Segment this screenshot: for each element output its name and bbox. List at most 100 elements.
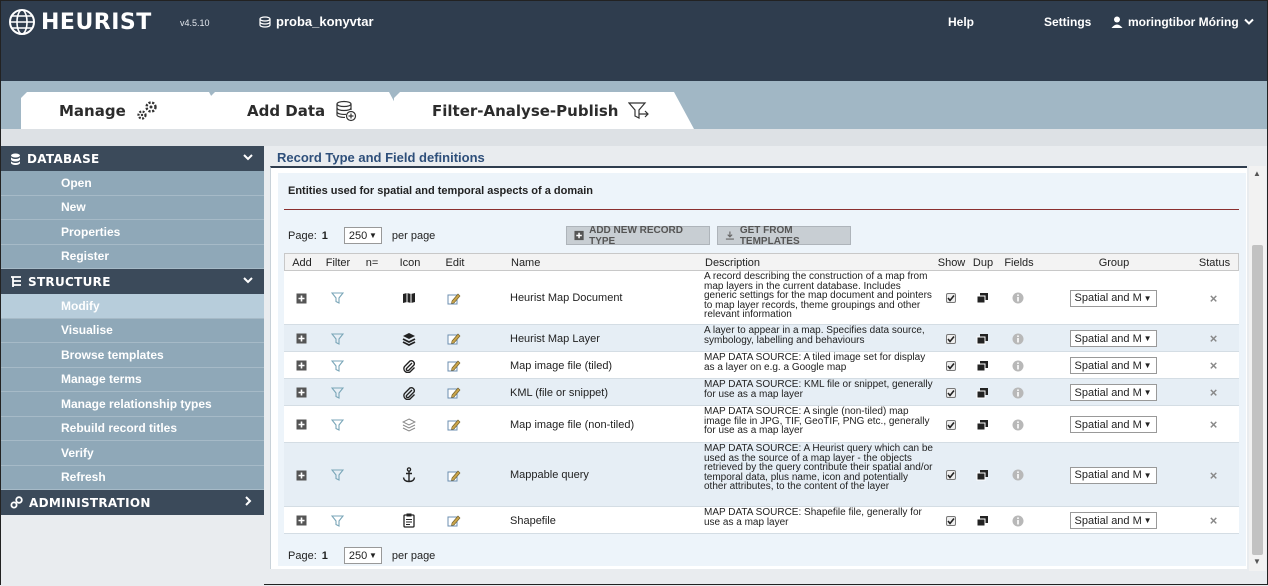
- record-type-icon-cell[interactable]: [386, 443, 432, 507]
- filter-button[interactable]: [318, 271, 356, 325]
- table-row[interactable]: Shapefile MAP DATA SOURCE: Shapefile file…: [284, 507, 1239, 534]
- fields-info-button[interactable]: [998, 325, 1038, 352]
- filter-button[interactable]: [318, 379, 356, 406]
- sidebar-item-browse-templates[interactable]: Browse templates: [1, 343, 264, 368]
- show-checkbox[interactable]: [945, 387, 956, 398]
- record-type-name[interactable]: Heurist Map Document: [476, 271, 702, 325]
- record-type-name[interactable]: Map image file (non-tiled): [476, 406, 702, 443]
- fields-info-button[interactable]: [998, 443, 1038, 507]
- column-header-icon[interactable]: Icon: [387, 257, 433, 269]
- fields-info-button[interactable]: [998, 507, 1038, 534]
- show-checkbox[interactable]: [945, 360, 956, 371]
- table-row[interactable]: Heurist Map Document A record describing …: [284, 271, 1239, 325]
- column-header-edit[interactable]: Edit: [433, 257, 477, 269]
- group-select[interactable]: Spatial and M ▼: [1069, 357, 1157, 374]
- add-field-button[interactable]: [284, 406, 318, 443]
- edit-button[interactable]: [432, 379, 476, 406]
- column-header-name[interactable]: Name: [477, 257, 703, 269]
- add-field-button[interactable]: [284, 352, 318, 379]
- filter-button[interactable]: [318, 352, 356, 379]
- show-checkbox[interactable]: [945, 470, 956, 480]
- duplicate-button[interactable]: [966, 271, 998, 325]
- add-field-button[interactable]: [284, 379, 318, 406]
- table-row[interactable]: Map image file (tiled) MAP DATA SOURCE: A…: [284, 352, 1239, 379]
- delete-icon[interactable]: ×: [1210, 291, 1218, 306]
- column-header-count[interactable]: n=: [357, 257, 387, 269]
- show-checkbox[interactable]: [945, 419, 956, 430]
- add-field-button[interactable]: [284, 271, 318, 325]
- help-link[interactable]: Help: [948, 15, 974, 29]
- column-header-group[interactable]: Group: [1039, 257, 1189, 269]
- column-header-add[interactable]: Add: [285, 257, 319, 269]
- column-header-dup[interactable]: Dup: [967, 257, 999, 269]
- edit-button[interactable]: [432, 406, 476, 443]
- table-row[interactable]: Heurist Map Layer A layer to appear in a …: [284, 325, 1239, 352]
- user-menu[interactable]: moringtibor Móring: [1111, 15, 1254, 29]
- get-from-templates-button[interactable]: GET FROM TEMPLATES: [717, 225, 851, 247]
- delete-icon[interactable]: ×: [1210, 468, 1218, 483]
- sidebar-item-new[interactable]: New: [1, 195, 264, 220]
- scrollbar-thumb[interactable]: [1252, 245, 1263, 555]
- record-type-name[interactable]: Shapefile: [476, 507, 702, 534]
- duplicate-button[interactable]: [966, 443, 998, 507]
- page-number[interactable]: 1: [322, 230, 328, 242]
- sidebar-item-refresh[interactable]: Refresh: [1, 465, 264, 490]
- group-select[interactable]: Spatial and M ▼: [1069, 330, 1157, 347]
- show-checkbox[interactable]: [945, 293, 956, 303]
- per-page-select[interactable]: 250 ▼: [343, 547, 382, 564]
- filter-button[interactable]: [318, 507, 356, 534]
- sidebar-item-manage-relationship-types[interactable]: Manage relationship types: [1, 392, 264, 417]
- group-select[interactable]: Spatial and M ▼: [1069, 466, 1157, 484]
- duplicate-button[interactable]: [966, 352, 998, 379]
- fields-info-button[interactable]: [998, 352, 1038, 379]
- tab-filter-analyse-publish[interactable]: Filter-Analyse-Publish: [394, 92, 694, 129]
- delete-icon[interactable]: ×: [1210, 358, 1218, 373]
- duplicate-button[interactable]: [966, 507, 998, 534]
- record-type-icon-cell[interactable]: [386, 406, 432, 443]
- per-page-select[interactable]: 250 ▼: [343, 227, 382, 244]
- group-select[interactable]: Spatial and M ▼: [1069, 384, 1157, 401]
- record-type-icon-cell[interactable]: [386, 352, 432, 379]
- fields-info-button[interactable]: [998, 271, 1038, 325]
- record-type-name[interactable]: Map image file (tiled): [476, 352, 702, 379]
- column-header-show[interactable]: Show: [936, 257, 967, 269]
- table-row[interactable]: KML (file or snippet) MAP DATA SOURCE: KM…: [284, 379, 1239, 406]
- sidebar-item-visualise[interactable]: Visualise: [1, 318, 264, 343]
- group-select[interactable]: Spatial and M ▼: [1069, 416, 1157, 433]
- delete-icon[interactable]: ×: [1210, 417, 1218, 432]
- tab-manage[interactable]: Manage: [21, 92, 229, 129]
- sidebar-section-administration[interactable]: ADMINISTRATION: [1, 490, 264, 515]
- record-type-icon-cell[interactable]: [386, 325, 432, 352]
- add-field-button[interactable]: [284, 325, 318, 352]
- duplicate-button[interactable]: [966, 406, 998, 443]
- show-checkbox[interactable]: [945, 515, 956, 526]
- table-row[interactable]: Map image file (non-tiled) MAP DATA SOURC…: [284, 406, 1239, 443]
- edit-button[interactable]: [432, 507, 476, 534]
- vertical-scrollbar[interactable]: ▲ ▼: [1249, 166, 1266, 571]
- delete-icon[interactable]: ×: [1210, 513, 1218, 528]
- group-select[interactable]: Spatial and M ▼: [1069, 289, 1157, 307]
- filter-button[interactable]: [318, 406, 356, 443]
- table-row[interactable]: Mappable query MAP DATA SOURCE: A Heurist…: [284, 443, 1239, 507]
- record-type-name[interactable]: KML (file or snippet): [476, 379, 702, 406]
- sidebar-item-manage-terms[interactable]: Manage terms: [1, 367, 264, 392]
- page-number[interactable]: 1: [322, 550, 328, 562]
- tab-add-data[interactable]: Add Data: [209, 92, 409, 129]
- sidebar-item-modify[interactable]: Modify: [1, 294, 264, 319]
- settings-link[interactable]: Settings: [1044, 15, 1091, 29]
- duplicate-button[interactable]: [966, 325, 998, 352]
- record-type-icon-cell[interactable]: [386, 271, 432, 325]
- column-header-fields[interactable]: Fields: [999, 257, 1039, 269]
- edit-button[interactable]: [432, 352, 476, 379]
- column-header-filter[interactable]: Filter: [319, 257, 357, 269]
- sidebar-item-rebuild-record-titles[interactable]: Rebuild record titles: [1, 416, 264, 441]
- edit-button[interactable]: [432, 443, 476, 507]
- sidebar-item-register[interactable]: Register: [1, 244, 264, 269]
- sidebar-section-database[interactable]: DATABASE: [1, 146, 264, 171]
- delete-icon[interactable]: ×: [1210, 331, 1218, 346]
- duplicate-button[interactable]: [966, 379, 998, 406]
- edit-button[interactable]: [432, 271, 476, 325]
- delete-icon[interactable]: ×: [1210, 385, 1218, 400]
- column-header-status[interactable]: Status: [1189, 257, 1240, 269]
- scroll-up-icon[interactable]: ▲: [1253, 169, 1261, 178]
